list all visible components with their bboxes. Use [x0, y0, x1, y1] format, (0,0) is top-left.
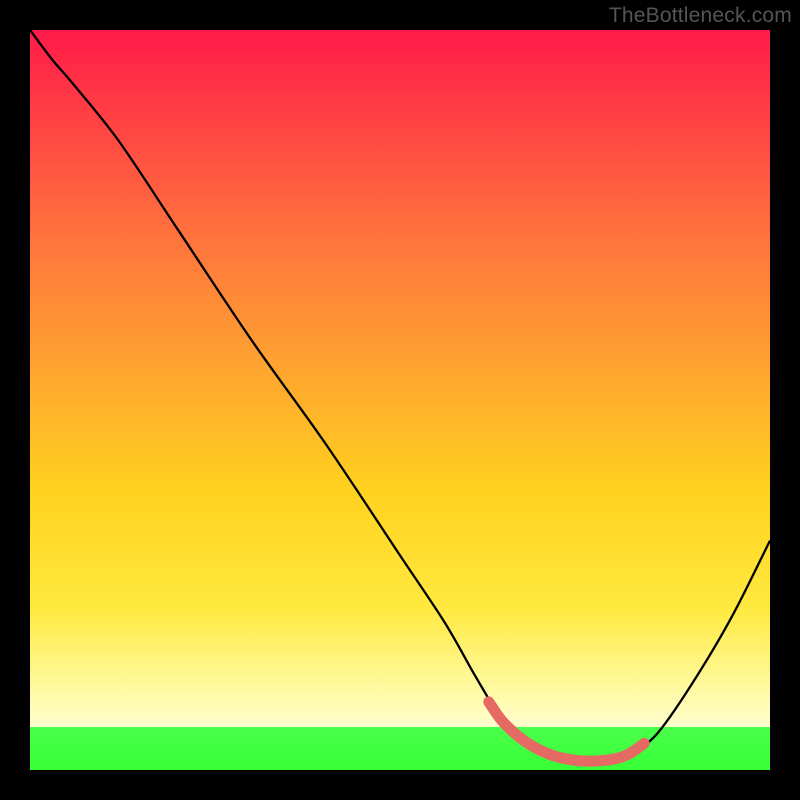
plot-area	[30, 30, 770, 770]
highlight-segment	[489, 702, 644, 761]
bottleneck-curve	[30, 30, 770, 761]
attribution-label: TheBottleneck.com	[609, 4, 792, 28]
chart-frame: TheBottleneck.com	[0, 0, 800, 800]
curve-layer	[30, 30, 770, 770]
